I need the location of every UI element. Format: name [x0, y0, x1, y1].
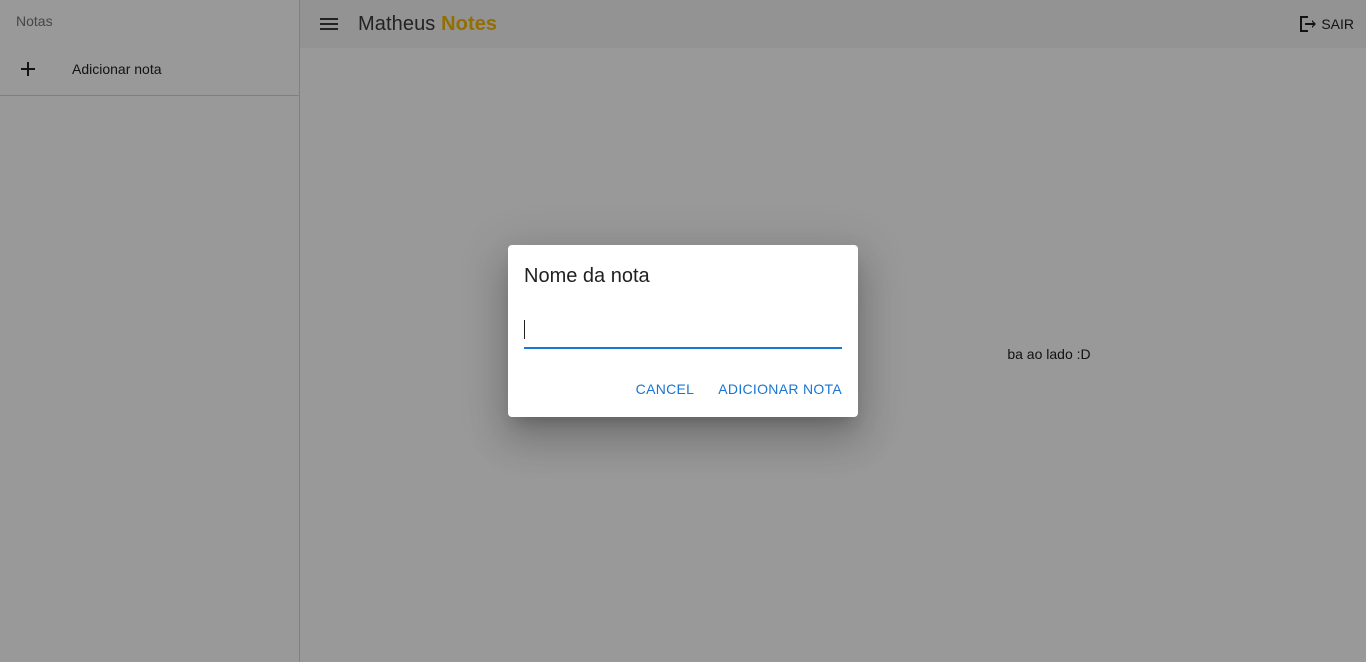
note-name-input[interactable] [524, 315, 842, 349]
add-note-dialog: Nome da nota CANCEL ADICIONAR NOTA [508, 245, 858, 417]
dialog-actions: CANCEL ADICIONAR NOTA [636, 381, 842, 397]
add-note-button[interactable]: ADICIONAR NOTA [718, 381, 842, 397]
cancel-button[interactable]: CANCEL [636, 381, 695, 397]
text-caret [524, 320, 525, 339]
app-root: Notas Adicionar nota Matheus Notes SAIR … [0, 0, 1366, 662]
dialog-title: Nome da nota [524, 265, 650, 287]
